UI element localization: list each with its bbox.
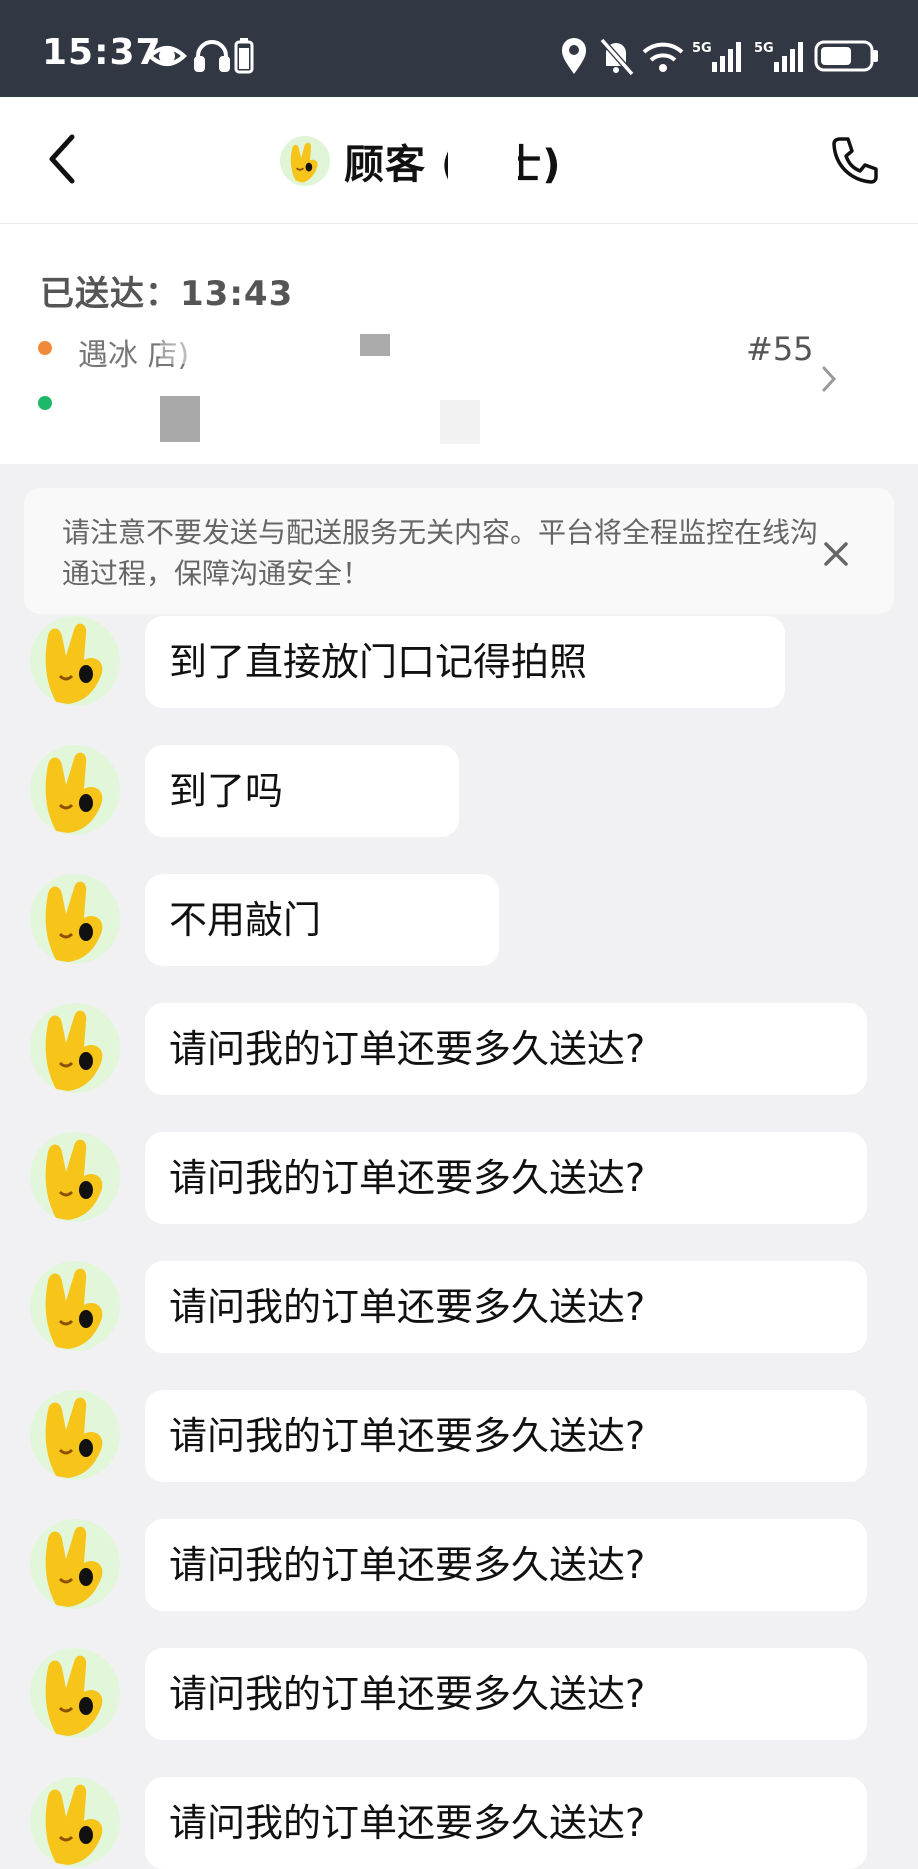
svg-text:5G: 5G bbox=[692, 41, 712, 56]
headphones-icon bbox=[194, 40, 230, 72]
message-row: 请问我的订单还要多久送达? bbox=[0, 1390, 918, 1482]
safety-notice: 请注意不要发送与配送服务无关内容。平台将全程监控在线沟通过程，保障沟通安全！ bbox=[24, 488, 894, 614]
message-bubble[interactable]: 请问我的订单还要多久送达? bbox=[145, 1519, 867, 1611]
message-bubble[interactable]: 不用敲门 bbox=[145, 874, 499, 966]
customer-avatar[interactable] bbox=[30, 1390, 120, 1480]
status-time: 15:37 bbox=[42, 32, 162, 73]
message-row: 到了吗 bbox=[0, 745, 918, 837]
svg-text:5G: 5G bbox=[754, 41, 774, 56]
message-bubble[interactable]: 请问我的订单还要多久送达? bbox=[145, 1132, 867, 1224]
phone-icon[interactable] bbox=[830, 135, 880, 185]
customer-avatar bbox=[280, 136, 330, 186]
message-row: 请问我的订单还要多久送达? bbox=[0, 1648, 918, 1740]
order-info-card[interactable]: 已送达：13:43 遇冰 店) #55 bbox=[0, 224, 918, 464]
back-button[interactable] bbox=[42, 131, 82, 187]
mute-icon bbox=[599, 38, 635, 76]
redaction-block bbox=[448, 97, 518, 223]
order-number: #55 bbox=[746, 330, 814, 368]
battery-icon bbox=[814, 40, 878, 72]
customer-avatar[interactable] bbox=[30, 745, 120, 835]
customer-avatar[interactable] bbox=[30, 1777, 120, 1867]
close-icon[interactable] bbox=[822, 540, 850, 568]
chat-title: 顾客 (女士) bbox=[280, 133, 562, 189]
chevron-right-icon[interactable] bbox=[820, 364, 840, 394]
customer-avatar[interactable] bbox=[30, 1132, 120, 1222]
address-dot bbox=[38, 396, 52, 410]
customer-avatar[interactable] bbox=[30, 1261, 120, 1351]
delivery-status: 已送达：13:43 bbox=[40, 274, 294, 314]
redaction-block bbox=[440, 400, 480, 444]
message-row: 不用敲门 bbox=[0, 874, 918, 966]
notice-text: 请注意不要发送与配送服务无关内容。平台将全程监控在线沟通过程，保障沟通安全！ bbox=[62, 516, 819, 590]
message-bubble[interactable]: 请问我的订单还要多久送达? bbox=[145, 1648, 867, 1740]
signal-icon: 5G 5G bbox=[692, 41, 803, 72]
customer-avatar[interactable] bbox=[30, 1519, 120, 1609]
message-bubble[interactable]: 请问我的订单还要多久送达? bbox=[145, 1003, 867, 1095]
customer-avatar[interactable] bbox=[30, 616, 120, 706]
status-right-icons: 5G 5G bbox=[560, 36, 880, 76]
message-bubble[interactable]: 到了吗 bbox=[145, 745, 459, 837]
message-row: 请问我的订单还要多久送达? bbox=[0, 1003, 918, 1095]
store-dot bbox=[38, 341, 52, 355]
customer-avatar[interactable] bbox=[30, 874, 120, 964]
chat-header: 顾客 (女士) bbox=[0, 97, 918, 224]
eye-icon bbox=[148, 46, 187, 66]
message-row: 请问我的订单还要多久送达? bbox=[0, 1132, 918, 1224]
wifi-icon bbox=[642, 42, 684, 72]
location-icon bbox=[562, 38, 586, 74]
message-row: 到了直接放门口记得拍照 bbox=[0, 616, 918, 708]
customer-avatar[interactable] bbox=[30, 1003, 120, 1093]
message-bubble[interactable]: 请问我的订单还要多久送达? bbox=[145, 1390, 867, 1482]
status-bar: 15:37 5G 5G bbox=[0, 0, 918, 97]
redaction-block bbox=[360, 334, 390, 356]
battery-small-icon bbox=[234, 38, 254, 74]
customer-avatar[interactable] bbox=[30, 1648, 120, 1738]
message-bubble[interactable]: 到了直接放门口记得拍照 bbox=[145, 616, 785, 708]
message-row: 请问我的订单还要多久送达? bbox=[0, 1777, 918, 1869]
message-row: 请问我的订单还要多久送达? bbox=[0, 1261, 918, 1353]
redaction-block bbox=[160, 396, 200, 442]
message-bubble[interactable]: 请问我的订单还要多久送达? bbox=[145, 1777, 867, 1869]
status-left-icons bbox=[148, 36, 258, 76]
message-bubble[interactable]: 请问我的订单还要多久送达? bbox=[145, 1261, 867, 1353]
message-row: 请问我的订单还要多久送达? bbox=[0, 1519, 918, 1611]
